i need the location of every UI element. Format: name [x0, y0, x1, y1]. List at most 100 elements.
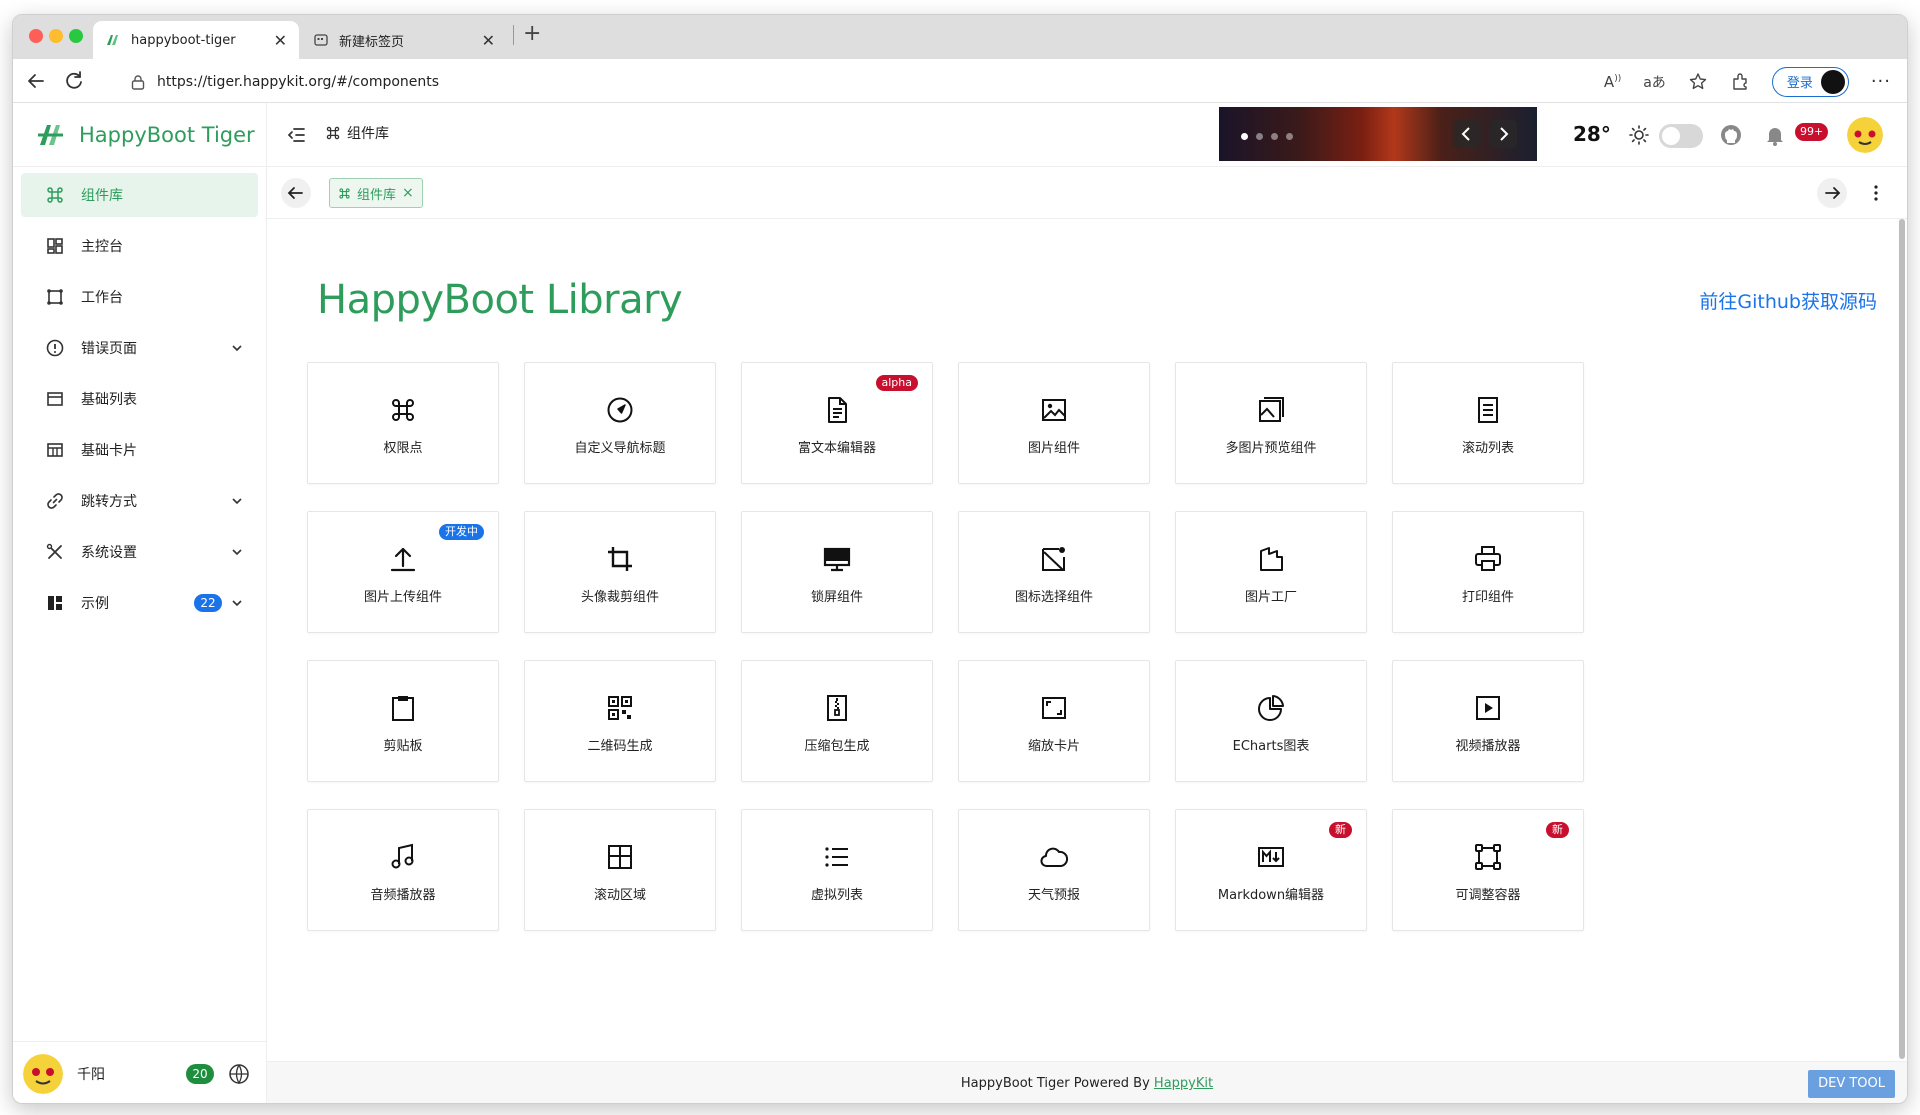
happykit-link[interactable]: HappyKit: [1154, 1076, 1213, 1091]
component-card-echarts[interactable]: ECharts图表: [1175, 660, 1367, 782]
card-label: 图标选择组件: [1014, 589, 1093, 605]
image-icon: [1042, 398, 1066, 421]
component-card-scroll-list[interactable]: 滚动列表: [1392, 362, 1584, 484]
globe-icon[interactable]: [228, 1063, 250, 1085]
sidebar-item-navigation[interactable]: 跳转方式: [21, 479, 258, 523]
card-label: 天气预报: [1027, 887, 1080, 903]
chevron-down-icon: [232, 498, 242, 505]
app-root: HappyBoot Tiger 组件库 主控台 工作台 错误页面 基础列表 基础…: [13, 103, 1907, 1103]
component-card-scroll-area[interactable]: 滚动区域: [524, 809, 716, 931]
new-tab-button[interactable]: +: [523, 21, 541, 46]
component-card-weather[interactable]: 天气预报: [958, 809, 1150, 931]
bell-icon[interactable]: [1763, 123, 1787, 147]
close-window-button[interactable]: [29, 29, 43, 43]
component-card-scale-card[interactable]: 缩放卡片: [958, 660, 1150, 782]
close-tab-icon[interactable]: ✕: [274, 31, 287, 50]
maximize-window-button[interactable]: [69, 29, 83, 43]
component-card-permission[interactable]: 权限点: [307, 362, 499, 484]
carousel-next-icon[interactable]: [1489, 120, 1517, 148]
component-card-multi-image[interactable]: 多图片预览组件: [1175, 362, 1367, 484]
more-vertical-icon[interactable]: [1867, 184, 1885, 202]
layout-icon: [48, 596, 62, 610]
component-card-video[interactable]: 视频播放器: [1392, 660, 1584, 782]
favorite-star-icon[interactable]: [1688, 72, 1708, 92]
sidebar-item-label: 示例: [81, 596, 109, 612]
sidebar-item-dashboard[interactable]: 主控台: [21, 224, 258, 268]
user-avatar[interactable]: [23, 1053, 63, 1094]
github-icon[interactable]: [1719, 123, 1743, 147]
sidebar-item-label: 基础卡片: [81, 443, 137, 459]
component-card-audio[interactable]: 音频播放器: [307, 809, 499, 931]
github-source-link[interactable]: 前往Github获取源码: [1699, 287, 1877, 314]
component-card-image[interactable]: 图片组件: [958, 362, 1150, 484]
browser-tab-active[interactable]: happyboot-tiger ✕: [93, 21, 299, 59]
card-label: 视频播放器: [1455, 738, 1521, 754]
app-logo[interactable]: HappyBoot Tiger: [13, 103, 266, 167]
footer: HappyBoot Tiger Powered By HappyKit DEV …: [267, 1061, 1907, 1103]
command-icon: [339, 187, 350, 199]
minimize-window-button[interactable]: [49, 29, 63, 43]
card-label: 图片上传组件: [363, 589, 442, 605]
sun-icon: [1629, 125, 1649, 145]
component-card-virtual-list[interactable]: 虚拟列表: [741, 809, 933, 931]
component-card-image-factory[interactable]: 图片工厂: [1175, 511, 1367, 633]
component-card-nav-title[interactable]: 自定义导航标题: [524, 362, 716, 484]
carousel-dot[interactable]: [1286, 133, 1293, 140]
component-grid: 权限点 自定义导航标题 alpha 富文本编辑器 图片组件 多图片预览组件 滚动…: [307, 362, 1584, 931]
component-card-clipboard[interactable]: 剪贴板: [307, 660, 499, 782]
carousel-dot[interactable]: [1271, 133, 1278, 140]
tag-components[interactable]: 组件库 ×: [329, 178, 423, 208]
component-card-avatar-crop[interactable]: 头像裁剪组件: [524, 511, 716, 633]
component-card-zip[interactable]: 压缩包生成: [741, 660, 933, 782]
tags-scroll-right-icon[interactable]: [1817, 178, 1847, 208]
translate-icon[interactable]: aあ: [1643, 72, 1666, 92]
content-scrollbar[interactable]: [1899, 219, 1905, 1059]
user-bar: 千阳 20: [13, 1041, 266, 1103]
theme-toggle[interactable]: [1659, 124, 1703, 148]
read-aloud-icon[interactable]: A)): [1604, 73, 1621, 91]
tab-strip: happyboot-tiger ✕ 新建标签页 ✕ +: [13, 15, 1907, 59]
music-icon: [391, 843, 414, 868]
component-card-qrcode[interactable]: 二维码生成: [524, 660, 716, 782]
carousel-dot[interactable]: [1256, 133, 1263, 140]
sidebar-item-basic-card[interactable]: 基础卡片: [21, 428, 258, 472]
carousel-dot[interactable]: [1241, 133, 1248, 140]
card-label: 自定义导航标题: [574, 440, 666, 456]
address-bar: https://tiger.happykit.org/#/components …: [13, 59, 1907, 103]
component-card-rich-text[interactable]: alpha 富文本编辑器: [741, 362, 933, 484]
more-menu-icon[interactable]: ···: [1871, 71, 1891, 92]
component-card-image-upload[interactable]: 开发中 图片上传组件: [307, 511, 499, 633]
extensions-icon[interactable]: [1730, 72, 1750, 92]
card-label: 可调整容器: [1455, 887, 1521, 903]
tags-scroll-left-icon[interactable]: [281, 178, 311, 208]
component-card-lock-screen[interactable]: 锁屏组件: [741, 511, 933, 633]
component-card-resizable[interactable]: 新 可调整容器: [1392, 809, 1584, 931]
sidebar-item-examples[interactable]: 示例 22: [21, 581, 258, 625]
reload-icon[interactable]: [63, 70, 85, 92]
main-content: HappyBoot Library 前往Github获取源码 权限点 自定义导航…: [267, 219, 1897, 1061]
component-card-icon-picker[interactable]: 图标选择组件: [958, 511, 1150, 633]
url-field[interactable]: https://tiger.happykit.org/#/components: [117, 66, 1767, 97]
tab-title: happyboot-tiger: [131, 32, 236, 48]
sidebar-item-components[interactable]: 组件库: [21, 173, 258, 217]
sidebar-item-basic-list[interactable]: 基础列表: [21, 377, 258, 421]
close-tab-icon[interactable]: ✕: [482, 31, 495, 50]
sidebar-item-error-pages[interactable]: 错误页面: [21, 326, 258, 370]
login-button[interactable]: 登录: [1771, 66, 1849, 97]
browser-tab[interactable]: 新建标签页 ✕: [301, 21, 507, 59]
sidebar-item-system-settings[interactable]: 系统设置: [21, 530, 258, 574]
tags-view: 组件库 ×: [267, 167, 1907, 219]
dev-tool-button[interactable]: DEV TOOL: [1808, 1070, 1895, 1098]
header-avatar[interactable]: [1847, 117, 1883, 153]
card-label: 多图片预览组件: [1225, 440, 1317, 456]
tag-close-icon[interactable]: ×: [402, 185, 414, 201]
component-card-print[interactable]: 打印组件: [1392, 511, 1584, 633]
back-arrow-icon[interactable]: [25, 70, 47, 92]
component-card-markdown[interactable]: 新 Markdown编辑器: [1175, 809, 1367, 931]
carousel-prev-icon[interactable]: [1453, 120, 1481, 148]
banner-carousel[interactable]: [1219, 107, 1537, 161]
card-label: 图片组件: [1027, 440, 1080, 456]
sidebar-item-workbench[interactable]: 工作台: [21, 275, 258, 319]
menu-fold-icon[interactable]: [287, 125, 307, 145]
card-badge: 开发中: [439, 524, 484, 540]
